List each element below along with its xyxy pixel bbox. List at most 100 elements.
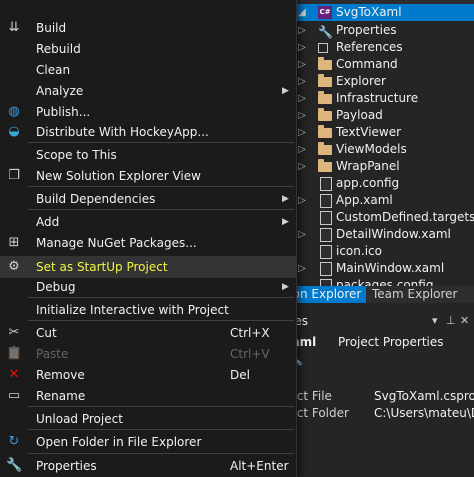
tab-team-explorer[interactable]: Team Explorer <box>367 286 463 303</box>
menu-item-build[interactable]: ⇊ Build <box>0 17 296 39</box>
close-icon[interactable]: ✕ <box>460 311 469 331</box>
menu-item-label: Open Folder in File Explorer <box>36 435 202 449</box>
wrench-icon: 🔧 <box>318 25 333 39</box>
pin-icon[interactable]: ⊥ <box>446 311 456 331</box>
menu-item-build-dependencies[interactable]: Build Dependencies ▶ <box>0 188 296 210</box>
menu-item-publish[interactable]: ◍ Publish... <box>0 101 296 123</box>
menu-item-add[interactable]: Add ▶ <box>0 211 296 233</box>
expand-arrow-icon[interactable]: ◢ <box>298 4 310 21</box>
expand-arrow-icon[interactable]: ▷ <box>298 141 310 158</box>
menu-item-cut[interactable]: ✂ Cut Ctrl+X <box>0 322 296 344</box>
folder-icon <box>318 91 332 104</box>
expand-arrow-icon[interactable]: ▷ <box>298 107 310 124</box>
properties-subject-type: Project Properties <box>338 335 444 349</box>
tree-item-label: CustomDefined.targets <box>336 210 474 224</box>
tree-item-mainwindow-xaml[interactable]: ▷ MainWindow.xaml <box>272 260 474 277</box>
tree-item-label: Explorer <box>336 74 386 88</box>
tree-item-customdefined-targets[interactable]: CustomDefined.targets <box>272 209 474 226</box>
menu-item-label: Add <box>36 215 60 229</box>
expand-arrow-icon[interactable]: ▷ <box>298 39 310 56</box>
tree-item-payload[interactable]: ▷ Payload <box>272 107 474 124</box>
refresh-icon: ↻ <box>8 434 20 449</box>
tree-item-explorer[interactable]: ▷ Explorer <box>272 73 474 90</box>
menu-item-rebuild[interactable]: Rebuild <box>0 38 296 60</box>
expand-arrow-icon[interactable]: ▷ <box>298 260 310 277</box>
tree-item-references[interactable]: ▷ References <box>272 39 474 56</box>
wrench-icon: 🔧 <box>6 458 23 473</box>
tree-item-properties[interactable]: ▷ 🔧 Properties <box>272 22 474 39</box>
expand-arrow-icon[interactable]: ▷ <box>298 90 310 107</box>
globe-icon: ◍ <box>8 104 20 119</box>
folder-icon <box>318 159 332 172</box>
dropdown-icon[interactable]: ▾ <box>432 311 438 331</box>
expand-arrow-icon[interactable]: ▷ <box>298 22 310 39</box>
menu-item-distribute-with-hockeyapp[interactable]: ◒ Distribute With HockeyApp... <box>0 121 296 143</box>
nuget-icon: ⊞ <box>8 235 20 250</box>
tree-item-label: Payload <box>336 108 383 122</box>
menu-item-initialize-interactive-with-project[interactable]: Initialize Interactive with Project <box>0 299 296 321</box>
expand-arrow-icon[interactable]: ▷ <box>298 226 310 243</box>
expand-arrow-icon[interactable]: ▷ <box>298 56 310 73</box>
expand-arrow-icon[interactable]: ▷ <box>298 73 310 90</box>
menu-item-remove[interactable]: ✕ Remove Del <box>0 364 296 386</box>
menu-item-label: Cut <box>36 326 57 340</box>
tree-item-command[interactable]: ▷ Command <box>272 56 474 73</box>
folder-icon <box>318 74 332 87</box>
tree-item-label: ViewModels <box>336 142 407 156</box>
tree-item-app-xaml[interactable]: ▷ App.xaml <box>272 192 474 209</box>
property-row-roject-folder[interactable]: roject FolderC:\Users\mateu\Doc <box>272 405 474 422</box>
menu-item-new-solution-explorer-view[interactable]: ❐ New Solution Explorer View <box>0 165 296 187</box>
tree-item-textviewer[interactable]: ▷ TextViewer <box>272 124 474 141</box>
menu-item-label: Rebuild <box>36 42 81 56</box>
tree-item-icon-ico[interactable]: icon.ico <box>272 243 474 260</box>
menu-item-label: New Solution Explorer View <box>36 169 201 183</box>
menu-item-label: Publish... <box>36 105 91 119</box>
tree-item-infrastructure[interactable]: ▷ Infrastructure <box>272 90 474 107</box>
menu-item-shortcut: Del <box>230 368 250 382</box>
menu-item-properties[interactable]: 🔧 Properties Alt+Enter <box>0 455 296 477</box>
menu-item-label: Scope to This <box>36 148 117 162</box>
property-value: SvgToXaml.csproj <box>374 389 474 403</box>
build-icon: ⇊ <box>8 20 20 35</box>
tree-item-detailwindow-xaml[interactable]: ▷ DetailWindow.xaml <box>272 226 474 243</box>
tree-item-label: App.xaml <box>336 193 393 207</box>
menu-item-rename[interactable]: ▭ Rename <box>0 385 296 407</box>
menu-item-analyze[interactable]: Analyze ▶ <box>0 80 296 102</box>
menu-item-set-as-startup-project[interactable]: ⚙ Set as StartUp Project <box>0 256 296 278</box>
menu-item-scope-to-this[interactable]: Scope to This <box>0 144 296 166</box>
rename-icon: ▭ <box>7 388 21 403</box>
paste-icon: 📋 <box>6 346 23 361</box>
menu-item-label: Paste <box>36 347 69 361</box>
folder-icon <box>318 57 332 70</box>
tree-item-label: MainWindow.xaml <box>336 261 445 275</box>
csharp-project-icon: C# <box>318 6 332 19</box>
menu-item-open-folder-in-file-explorer[interactable]: ↻ Open Folder in File Explorer <box>0 431 296 453</box>
tree-item-viewmodels[interactable]: ▷ ViewModels <box>272 141 474 158</box>
tree-item-svgtoxaml[interactable]: ◢ C# SvgToXaml <box>272 4 474 21</box>
menu-item-shortcut: Ctrl+X <box>230 326 270 340</box>
expand-arrow-icon[interactable]: ▷ <box>298 192 310 209</box>
menu-item-debug[interactable]: Debug ▶ <box>0 276 296 298</box>
tree-item-label: Properties <box>336 23 397 37</box>
menu-item-unload-project[interactable]: Unload Project <box>0 408 296 430</box>
tree-item-app-config[interactable]: app.config <box>272 175 474 192</box>
tree-item-label: TextViewer <box>336 125 402 139</box>
tree-item-label: Infrastructure <box>336 91 419 105</box>
new-view-icon: ❐ <box>8 168 20 183</box>
expand-arrow-icon[interactable]: ▷ <box>298 124 310 141</box>
hockeyapp-icon: ◒ <box>8 124 20 139</box>
tree-item-label: DetailWindow.xaml <box>336 227 451 241</box>
tree-item-wrappanel[interactable]: ▷ WrapPanel <box>272 158 474 175</box>
properties-subject: oXaml Project Properties <box>272 333 474 351</box>
menu-item-manage-nuget-packages[interactable]: ⊞ Manage NuGet Packages... <box>0 232 296 254</box>
properties-panel: erties ▾ ⊥ ✕ oXaml Project Properties ⇅ … <box>272 308 474 477</box>
menu-item-paste[interactable]: 📋 Paste Ctrl+V <box>0 343 296 365</box>
property-row-roject-file[interactable]: roject File SvgToXaml.csproj <box>272 388 474 405</box>
tree-item-label: SvgToXaml <box>336 5 402 19</box>
menu-item-label: Build Dependencies <box>36 192 156 206</box>
expand-arrow-icon[interactable]: ▷ <box>298 158 310 175</box>
menu-item-clean[interactable]: Clean <box>0 59 296 81</box>
file-icon <box>320 211 332 225</box>
xaml-file-icon <box>320 228 332 242</box>
menu-item-label: Properties <box>36 459 97 473</box>
